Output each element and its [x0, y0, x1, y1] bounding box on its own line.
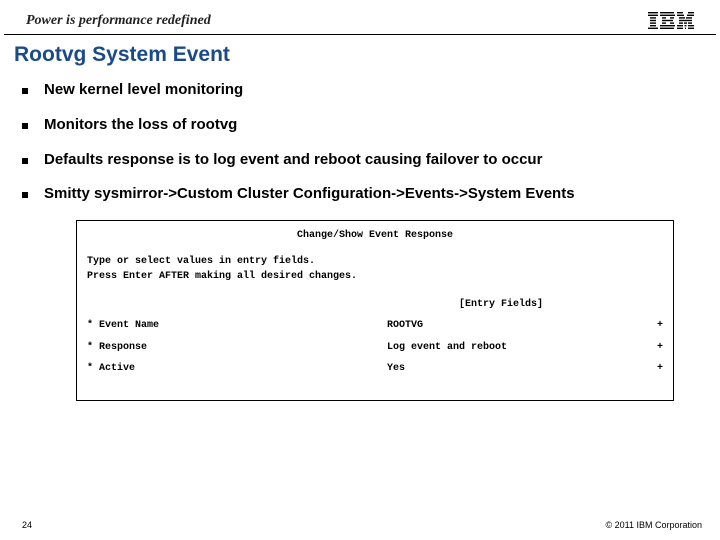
bullet-list: New kernel level monitoring Monitors the… — [0, 81, 720, 204]
field-label: * Response — [87, 341, 387, 355]
list-item: Smitty sysmirror->Custom Cluster Configu… — [28, 185, 700, 204]
slide-footer: 24 © 2011 IBM Corporation — [0, 520, 720, 530]
field-selector-icon: + — [649, 341, 663, 355]
panel-row: * Active Yes + — [87, 362, 663, 376]
page-number: 24 — [22, 520, 32, 530]
field-label: * Event Name — [87, 319, 387, 333]
field-selector-icon: + — [649, 362, 663, 376]
panel-title: Change/Show Event Response — [87, 229, 663, 243]
field-label: * Active — [87, 362, 387, 376]
field-selector-icon: + — [649, 319, 663, 333]
field-value: Yes — [387, 362, 649, 376]
tagline: Power is performance redefined — [26, 13, 211, 29]
copyright: © 2011 IBM Corporation — [605, 520, 702, 530]
panel-instruction: Press Enter AFTER making all desired cha… — [87, 270, 663, 284]
panel-row: * Event Name ROOTVG + — [87, 319, 663, 333]
list-item: New kernel level monitoring — [28, 81, 700, 100]
panel-instruction: Type or select values in entry fields. — [87, 255, 663, 269]
smit-panel: Change/Show Event Response Type or selec… — [76, 220, 674, 401]
panel-row: * Response Log event and reboot + — [87, 341, 663, 355]
ibm-logo-icon — [648, 12, 694, 30]
field-value: ROOTVG — [387, 319, 649, 333]
list-item: Defaults response is to log event and re… — [28, 151, 700, 170]
slide-header: Power is performance redefined — [4, 0, 716, 35]
entry-fields-label: [Entry Fields] — [87, 298, 663, 312]
field-value: Log event and reboot — [387, 341, 649, 355]
slide-title: Rootvg System Event — [0, 35, 720, 81]
list-item: Monitors the loss of rootvg — [28, 116, 700, 135]
